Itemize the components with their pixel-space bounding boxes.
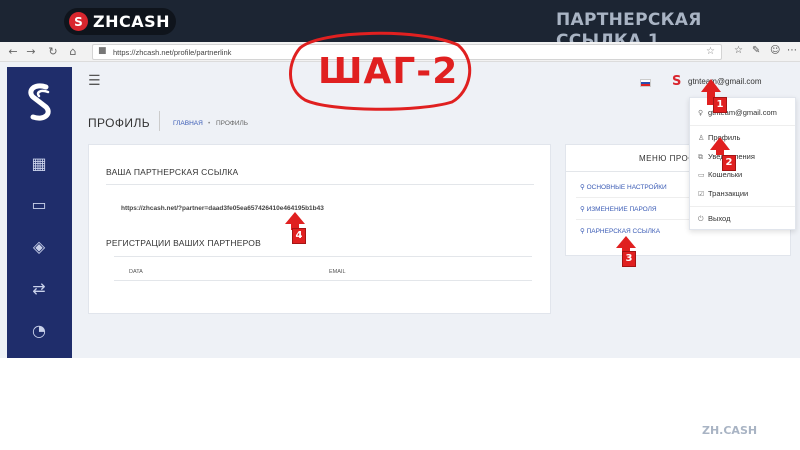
step-badge-4: 4 (292, 228, 306, 244)
arrow-2 (710, 137, 730, 155)
annotation-overlay (285, 31, 730, 253)
step-badge-1: 1 (713, 97, 727, 113)
footer-brand: ZH.CASH (702, 424, 758, 437)
step-circle (289, 31, 472, 111)
slide: S ZHCASH ПАРТНЕРСКАЯ ССЫЛКА 1 ← → ↻ ⌂ ■ … (0, 0, 800, 450)
step-badge-2: 2 (722, 155, 736, 171)
step-badge-3: 3 (622, 251, 636, 267)
